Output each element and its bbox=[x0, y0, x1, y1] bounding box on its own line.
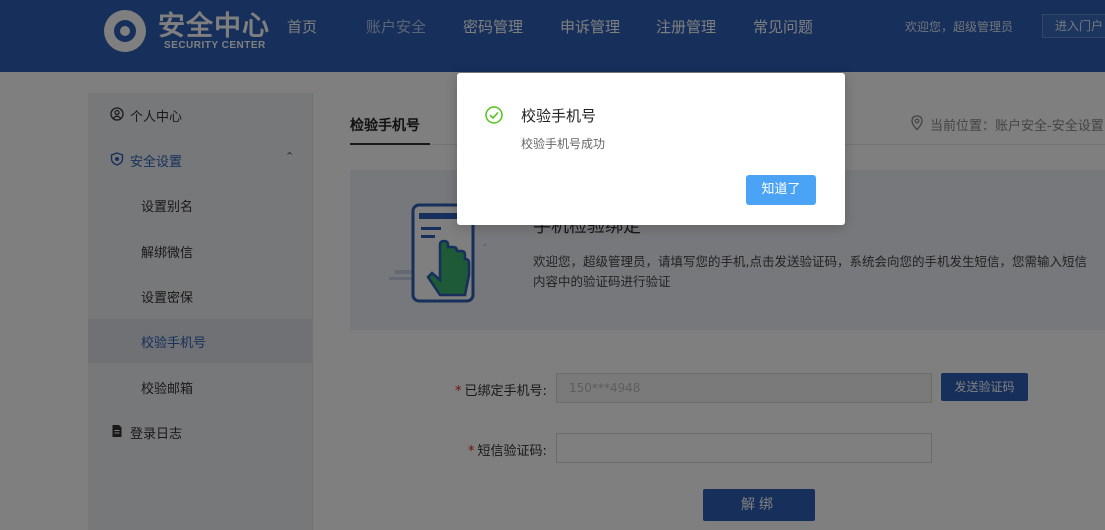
ok-button[interactable]: 知道了 bbox=[746, 175, 816, 205]
dialog-message: 校验手机号成功 bbox=[521, 137, 606, 151]
dialog-title: 校验手机号 bbox=[521, 107, 597, 125]
success-dialog: 校验手机号 校验手机号成功 知道了 bbox=[457, 73, 845, 225]
success-check-icon bbox=[485, 106, 503, 124]
